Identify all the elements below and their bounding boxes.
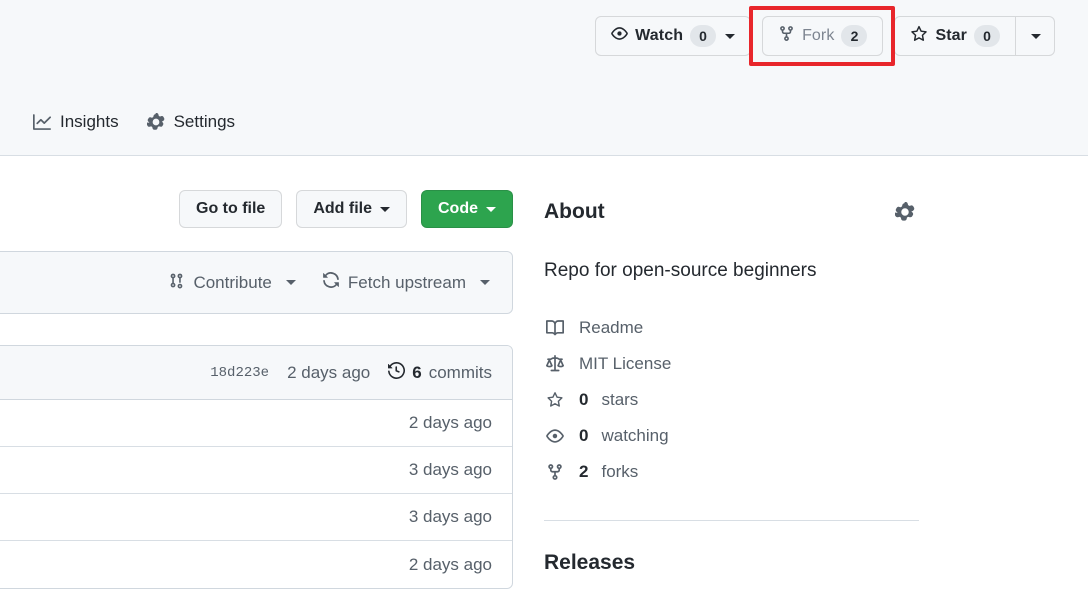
- about-forks-label: forks: [601, 461, 639, 481]
- repo-page: Watch 0 Fork 2 Star 0 Insights Settings …: [0, 0, 1088, 596]
- star-label: Star: [935, 27, 967, 44]
- eye-icon: [611, 25, 628, 47]
- about-forks-count: 2: [579, 461, 589, 481]
- fork-count: 2: [841, 25, 868, 47]
- about-readme-link[interactable]: Readme: [544, 310, 919, 346]
- chevron-down-icon: [486, 206, 496, 212]
- history-icon: [388, 361, 406, 384]
- about-watching-count: 0: [579, 425, 589, 445]
- star-button[interactable]: Star 0: [894, 16, 1015, 56]
- sidebar-divider: [544, 519, 919, 521]
- about-readme-label: Readme: [579, 317, 644, 337]
- contribute-bar: Contribute Fetch upstream: [0, 251, 513, 314]
- tab-settings[interactable]: Settings: [146, 112, 236, 143]
- fork-label: Fork: [802, 27, 835, 44]
- star-icon: [544, 391, 566, 409]
- sync-icon: [322, 271, 340, 294]
- contribute-button[interactable]: Contribute: [168, 272, 296, 294]
- about-stars-link[interactable]: 0 stars: [544, 382, 919, 418]
- go-to-file-button[interactable]: Go to file: [179, 190, 283, 228]
- watch-label: Watch: [635, 27, 684, 44]
- repo-forked-icon: [778, 25, 795, 47]
- add-file-button[interactable]: Add file: [296, 190, 407, 228]
- latest-commit-row: 18d223e 2 days ago 6 commits: [0, 346, 512, 400]
- about-forks-link[interactable]: 2 forks: [544, 454, 919, 490]
- watch-button[interactable]: Watch 0: [595, 16, 752, 56]
- tab-insights-label: Insights: [60, 112, 119, 131]
- table-row[interactable]: 2 days ago: [0, 400, 512, 447]
- tab-insights[interactable]: Insights: [33, 112, 119, 143]
- file-list-table: 18d223e 2 days ago 6 commits 2 days ago …: [0, 345, 513, 589]
- repo-main-column: Go to file Add file Code Contribute Fetc…: [0, 190, 513, 589]
- star-icon: [910, 25, 928, 48]
- fork-button[interactable]: Fork 2: [762, 16, 884, 56]
- repo-nav-tabs: Insights Settings: [33, 112, 235, 143]
- book-icon: [544, 319, 566, 337]
- repo-sidebar: About Repo for open-source beginners Rea…: [544, 198, 919, 596]
- about-watching-label: watching: [601, 425, 669, 445]
- about-description: Repo for open-source beginners: [544, 260, 817, 281]
- code-label: Code: [438, 200, 478, 217]
- star-dropdown-button[interactable]: [1015, 16, 1055, 56]
- commits-count: 6: [412, 362, 422, 382]
- about-watching-link[interactable]: 0 watching: [544, 418, 919, 454]
- git-pull-request-icon: [168, 272, 185, 294]
- fetch-upstream-label: Fetch upstream: [347, 272, 466, 292]
- table-row[interactable]: 3 days ago: [0, 494, 512, 541]
- file-time: 3 days ago: [408, 507, 492, 526]
- file-time: 2 days ago: [408, 413, 492, 432]
- watch-count: 0: [690, 25, 717, 47]
- repo-forked-icon: [544, 463, 566, 481]
- go-to-file-label: Go to file: [196, 200, 266, 217]
- about-license-label: MIT License: [579, 353, 672, 373]
- about-meta-list: Readme MIT License 0 stars 0 watching 2 …: [544, 310, 919, 490]
- eye-icon: [544, 427, 566, 445]
- chevron-down-icon: [725, 33, 736, 39]
- table-row[interactable]: 2 days ago: [0, 541, 512, 588]
- gear-icon: [146, 113, 165, 131]
- star-count: 0: [974, 25, 1000, 47]
- about-title: About: [544, 200, 605, 223]
- about-settings-gear-icon[interactable]: [891, 198, 919, 226]
- about-license-link[interactable]: MIT License: [544, 346, 919, 382]
- law-icon: [544, 354, 566, 373]
- file-time: 3 days ago: [408, 460, 492, 479]
- tab-settings-label: Settings: [173, 112, 236, 131]
- fork-button-wrapper: Fork 2: [749, 6, 896, 66]
- commit-time: 2 days ago: [287, 362, 371, 382]
- repo-social-actions: Watch 0 Fork 2 Star 0: [595, 6, 1055, 66]
- code-button[interactable]: Code: [421, 190, 513, 228]
- about-stars-label: stars: [601, 389, 639, 409]
- chevron-down-icon: [380, 206, 390, 212]
- file-action-bar: Go to file Add file Code: [0, 190, 513, 228]
- add-file-label: Add file: [313, 200, 372, 217]
- star-button-group: Star 0: [894, 16, 1055, 56]
- chevron-down-icon: [480, 280, 490, 285]
- chevron-down-icon: [1031, 33, 1041, 39]
- fetch-upstream-button[interactable]: Fetch upstream: [322, 271, 490, 294]
- commits-label: commits: [428, 362, 492, 382]
- commit-sha[interactable]: 18d223e: [210, 365, 269, 381]
- graph-icon: [33, 113, 51, 131]
- commits-link[interactable]: 6 commits: [388, 361, 492, 384]
- table-row[interactable]: 3 days ago: [0, 447, 512, 494]
- file-time: 2 days ago: [408, 554, 492, 574]
- about-stars-count: 0: [579, 389, 589, 409]
- releases-title: Releases: [544, 550, 636, 574]
- chevron-down-icon: [285, 280, 296, 285]
- contribute-label: Contribute: [193, 272, 272, 292]
- about-header: About: [544, 198, 919, 226]
